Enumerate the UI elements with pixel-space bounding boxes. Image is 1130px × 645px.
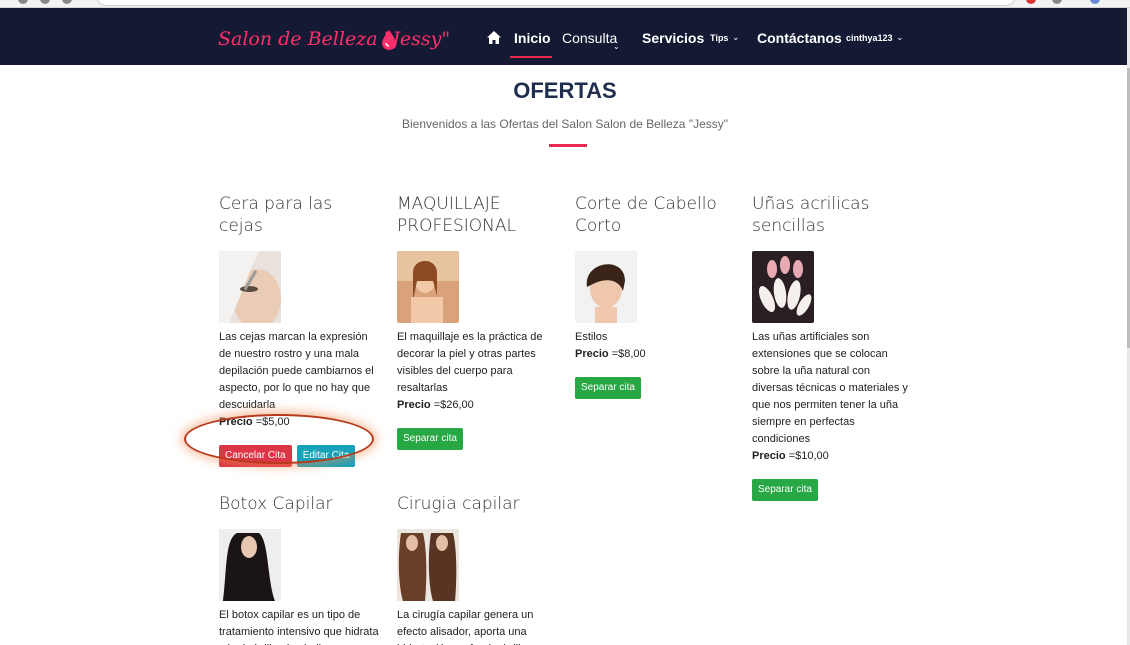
card-image[interactable]: [575, 251, 637, 323]
highlight-annotation: [184, 414, 374, 464]
card-title: Corte de Cabello Corto: [575, 194, 717, 236]
card-price: Precio =$26,00: [397, 397, 557, 414]
chevron-down-icon[interactable]: ⌄: [896, 32, 904, 43]
extension-icon[interactable]: [1026, 0, 1036, 4]
brand-logo[interactable]: Salon de Belleza "Jessy": [218, 28, 450, 50]
offer-card: MAQUILLAJE PROFESIONAL El maquillaje es …: [397, 193, 557, 450]
card-image[interactable]: [397, 529, 459, 601]
price-value: =$10,00: [788, 450, 829, 462]
back-icon[interactable]: [18, 0, 28, 4]
card-title: Cirugia capilar: [397, 494, 520, 514]
menu-icon[interactable]: [1052, 0, 1062, 4]
card-title: Uñas acrilicas sencillas: [752, 194, 870, 236]
card-description: Las cejas marcan la expresión de nuestro…: [219, 331, 374, 411]
card-title: Cera para las cejas: [219, 194, 333, 236]
card-title: MAQUILLAJE PROFESIONAL: [397, 194, 516, 236]
forward-icon[interactable]: [40, 0, 50, 4]
card-image[interactable]: [397, 251, 459, 323]
offer-card: Cirugia capilar La cirugía capilar gener…: [397, 493, 557, 645]
chevron-down-icon[interactable]: ⌄: [613, 42, 620, 51]
price-value: =$26,00: [433, 399, 474, 411]
page-subtitle: Bienvenidos a las Ofertas del Salon Salo…: [401, 117, 729, 131]
price-label: Precio: [752, 450, 786, 462]
card-price: Precio =$10,00: [752, 448, 912, 465]
card-description: El botox capilar es un tipo de tratamien…: [219, 609, 379, 645]
title-divider: [549, 144, 587, 147]
profile-icon[interactable]: [1090, 0, 1100, 4]
nav-contactanos[interactable]: Contáctanos: [757, 30, 842, 46]
card-actions: Separar cita: [575, 375, 735, 399]
nav-user-menu[interactable]: cinthya123: [846, 33, 893, 43]
nav-consulta[interactable]: Consulta: [562, 30, 617, 46]
book-appointment-button[interactable]: Separar cita: [575, 377, 641, 399]
offer-card: Botox Capilar El botox capilar es un tip…: [219, 493, 379, 645]
navbar: Salon de Belleza "Jessy" Inicio Consulta…: [0, 8, 1127, 65]
card-image[interactable]: [219, 529, 281, 601]
price-value: =$8,00: [611, 348, 646, 360]
chevron-down-icon[interactable]: ⌄: [732, 32, 740, 43]
address-bar[interactable]: [96, 0, 1016, 6]
price-label: Precio: [397, 399, 431, 411]
card-description: Las uñas artificiales son extensiones qu…: [752, 331, 908, 445]
card-image[interactable]: [219, 251, 281, 329]
nav-tips[interactable]: Tips: [710, 33, 728, 43]
reload-icon[interactable]: [62, 0, 72, 4]
card-description: La cirugía capilar genera un efecto alis…: [397, 609, 534, 645]
price-label: Precio: [575, 348, 609, 360]
water-drop-icon: [382, 30, 396, 50]
card-description: Estilos: [575, 331, 608, 343]
nav-inicio[interactable]: Inicio: [514, 30, 551, 46]
book-appointment-button[interactable]: Separar cita: [397, 428, 463, 450]
card-price: Precio =$8,00: [575, 346, 735, 363]
card-actions: Separar cita: [752, 477, 912, 501]
card-actions: Separar cita: [397, 426, 557, 450]
card-image[interactable]: [752, 251, 814, 323]
browser-toolbar: [0, 0, 1130, 8]
active-nav-indicator: [510, 56, 552, 58]
home-icon[interactable]: [486, 30, 502, 45]
book-appointment-button[interactable]: Separar cita: [752, 479, 818, 501]
card-description: El maquillaje es la práctica de decorar …: [397, 331, 543, 394]
offer-card: Uñas acrilicas sencillas Las uñas artifi…: [752, 193, 912, 501]
page-title: OFERTAS: [513, 78, 617, 103]
card-title: Botox Capilar: [219, 494, 333, 514]
offer-card: Corte de Cabello Corto Estilos Precio =$…: [575, 193, 735, 399]
nav-servicios[interactable]: Servicios: [642, 30, 704, 46]
